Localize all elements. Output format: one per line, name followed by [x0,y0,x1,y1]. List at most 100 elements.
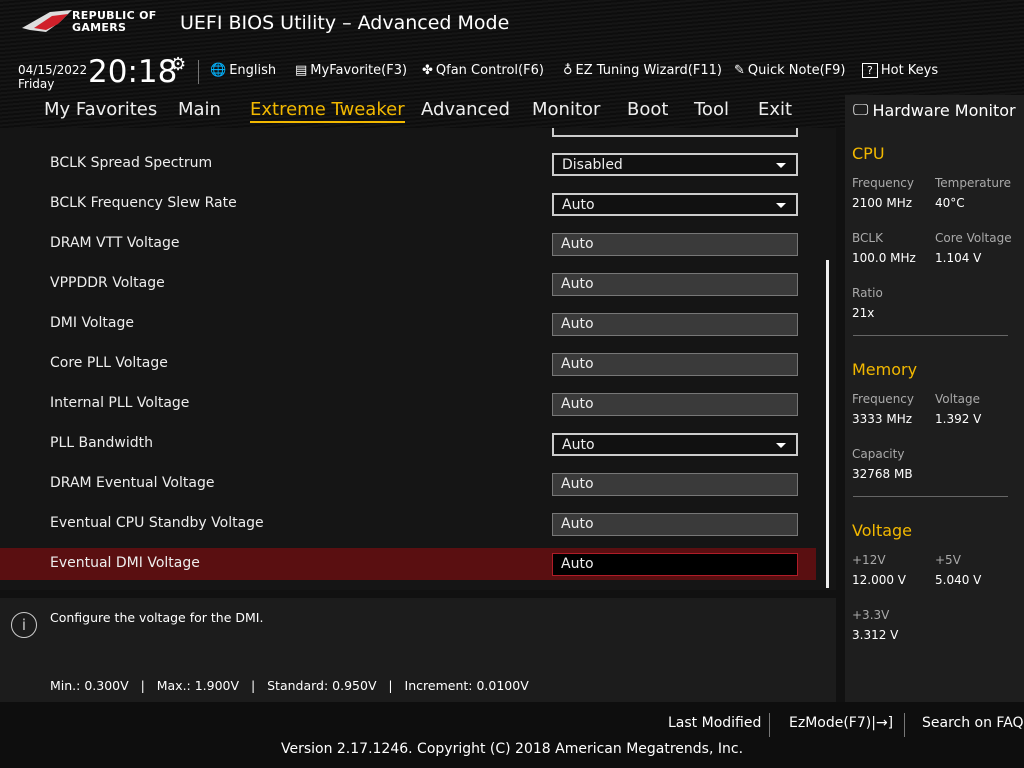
hw-title-text: Hardware Monitor [872,100,1016,120]
tab-main[interactable]: Main [178,99,221,120]
setting-dropdown[interactable]: Auto [552,433,798,456]
hw-title: 🖵 Hardware Monitor [853,100,1016,120]
setting-row[interactable]: DRAM Eventual Voltage Auto [0,468,816,500]
favorite-icon: ▤ [295,63,308,78]
note-icon: ✎ [734,63,745,78]
hw-label: +12V [852,553,886,567]
setting-input[interactable]: Auto [552,353,798,376]
setting-value: Auto [562,437,595,453]
divider [769,713,770,737]
hw-label: Ratio [852,286,883,300]
setting-input[interactable]: Auto [552,553,798,576]
divider [904,713,905,737]
gear-icon[interactable]: ⚙ [170,54,186,75]
toolbar-button-qfan-control-f6-[interactable]: ✤ Qfan Control(F6) [422,63,544,78]
setting-value: Auto [561,516,594,532]
hw-value: 100.0 MHz [852,251,916,265]
setting-row[interactable]: PLL Bandwidth Auto [0,428,816,460]
date: 04/15/2022 [18,63,88,77]
setting-row[interactable]: BCLK Frequency Slew Rate Auto [0,188,816,220]
hw-label: Frequency [852,176,914,190]
toolbar-label: Hot Keys [880,63,939,78]
hw-value: 21x [852,306,875,320]
toolbar-label: English [229,63,277,78]
setting-row[interactable]: DRAM VTT Voltage Auto [0,228,816,260]
hw-label: Capacity [852,447,905,461]
fan-icon: ✤ [422,63,433,78]
tab-tool[interactable]: Tool [694,99,729,120]
toolbar-button-quick-note-f9-[interactable]: ✎ Quick Note(F9) [734,63,845,78]
hw-label: Temperature [935,176,1012,190]
monitor-icon: 🖵 [853,100,869,119]
setting-label: DRAM Eventual Voltage [50,475,215,491]
hw-label: Frequency [852,392,914,406]
hw-label: +3.3V [852,608,890,622]
divider [198,60,199,84]
toolbar-button-hot-keys[interactable]: ? Hot Keys [862,63,938,78]
hw-value: 1.104 V [935,251,982,265]
setting-row[interactable]: Core PLL Voltage Auto [0,348,816,380]
search-faq-button[interactable]: Search on FAQ [922,715,1024,731]
hw-label: Core Voltage [935,231,1012,245]
setting-input[interactable]: Auto [552,393,798,416]
hw-section-memory: Memory [852,360,918,379]
day: Friday [18,77,55,91]
version-text: Version 2.17.1246. Copyright (C) 2018 Am… [280,741,744,757]
toolbar-button-myfavorite-f3-[interactable]: ▤ MyFavorite(F3) [295,63,407,78]
scrollbar[interactable] [826,260,829,588]
setting-input[interactable]: Auto [552,313,798,336]
setting-input[interactable]: Auto [552,273,798,296]
value-limits: Min.: 0.300V | Max.: 1.900V | Standard: … [50,678,529,693]
help-icon: ? [862,63,878,78]
footer: Last Modified EzMode(F7)|→] Search on FA… [0,702,1024,768]
bulb-icon: ♁ [563,63,573,78]
toolbar-label: Quick Note(F9) [747,63,846,78]
toolbar-button-ez-tuning-wizard-f11-[interactable]: ♁ EZ Tuning Wizard(F11) [563,63,722,78]
setting-row[interactable]: VPPDDR Voltage Auto [0,268,816,300]
setting-row[interactable]: Eventual CPU Standby Voltage Auto [0,508,816,540]
setting-row[interactable]: BCLK Spread Spectrum Disabled [0,148,816,180]
tab-boot[interactable]: Boot [627,99,668,120]
settings-list: BCLK Spread Spectrum Disabled BCLK Frequen… [0,128,836,590]
tab-monitor[interactable]: Monitor [532,99,600,120]
help-panel: i Configure the voltage for the DMI. Min… [0,598,836,702]
setting-label: Eventual CPU Standby Voltage [50,515,264,531]
app-title: UEFI BIOS Utility – Advanced Mode [180,12,510,34]
toolbar-button-english[interactable]: 🌐 English [210,63,276,78]
brand-text: REPUBLIC OF GAMERS [72,10,157,34]
setting-row[interactable]: Internal PLL Voltage Auto [0,388,816,420]
help-text: Configure the voltage for the DMI. [50,610,264,625]
tab-extreme-tweaker[interactable]: Extreme Tweaker [250,99,405,123]
setting-row[interactable]: DMI Voltage Auto [0,308,816,340]
setting-dropdown[interactable]: Auto [552,193,798,216]
tab-exit[interactable]: Exit [758,99,792,120]
tab-my-favorites[interactable]: My Favorites [44,99,157,120]
toolbar-label: Qfan Control(F6) [435,63,544,78]
hw-label: Voltage [935,392,981,406]
setting-label: DMI Voltage [50,315,134,331]
hw-value: 1.392 V [935,412,982,426]
hw-divider [853,335,1008,336]
setting-value: Auto [561,556,594,572]
setting-label: PLL Bandwidth [50,435,154,451]
setting-label: Internal PLL Voltage [50,395,190,411]
setting-row[interactable]: Eventual DMI Voltage Auto [0,548,816,580]
ezmode-button[interactable]: EzMode(F7)|→] [789,715,893,731]
setting-value: Auto [561,276,594,292]
setting-value: Auto [561,316,594,332]
setting-dropdown[interactable]: Disabled [552,153,798,176]
chevron-down-icon [776,443,786,448]
hw-divider [853,496,1008,497]
hw-label: BCLK [852,231,883,245]
toolbar-label: EZ Tuning Wizard(F11) [575,63,722,78]
setting-value: Disabled [562,157,623,173]
hardware-monitor: 🖵 Hardware Monitor CPU Frequency 2100 MHz Te… [845,95,1024,702]
tab-advanced[interactable]: Advanced [421,99,510,120]
info-icon: i [11,612,37,638]
setting-input[interactable]: Auto [552,473,798,496]
last-modified-button[interactable]: Last Modified [668,715,761,731]
hw-section-voltage: Voltage [852,521,913,540]
setting-value: Auto [562,197,595,213]
setting-input[interactable]: Auto [552,233,798,256]
setting-input[interactable]: Auto [552,513,798,536]
